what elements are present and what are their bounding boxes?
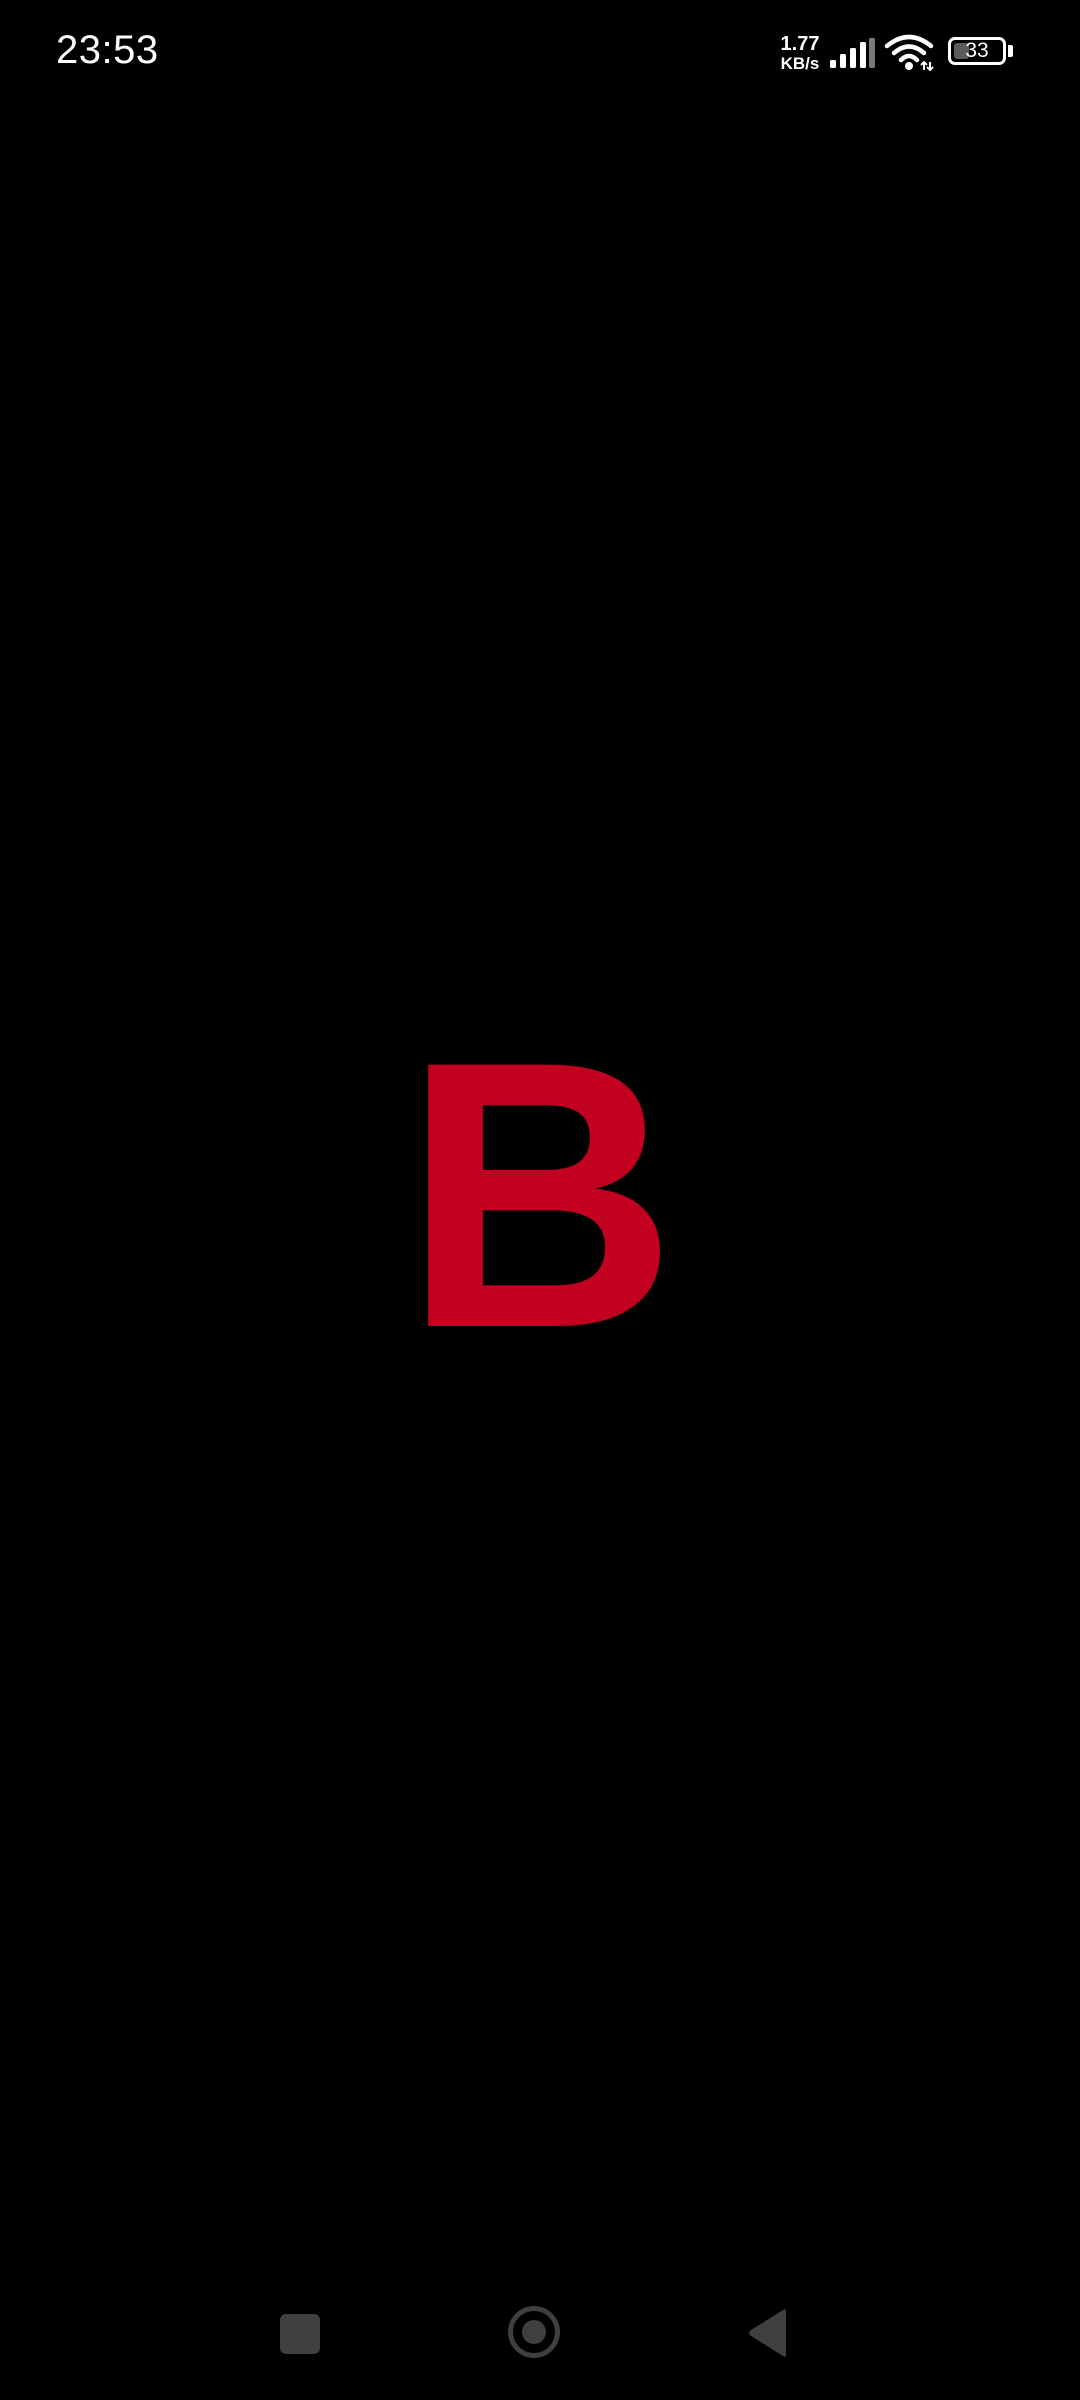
status-time: 23:53: [56, 28, 159, 72]
status-bar: 23:53 1.77 KB/s 33: [0, 0, 1080, 110]
navigation-bar: [0, 2290, 1080, 2380]
network-speed: 1.77 KB/s: [775, 34, 825, 72]
home-icon-dot: [522, 2320, 546, 2344]
battery-cap: [1008, 45, 1013, 57]
battery-icon: 33: [948, 37, 1014, 69]
network-speed-unit: KB/s: [780, 54, 820, 73]
home-icon[interactable]: [508, 2306, 560, 2358]
recents-icon[interactable]: [280, 2314, 320, 2354]
battery-level: 33: [965, 39, 989, 62]
wifi-icon: [884, 34, 934, 72]
network-speed-value: 1.77: [780, 33, 820, 55]
back-icon[interactable]: [746, 2308, 790, 2358]
splash-logo: B: [402, 982, 678, 1407]
signal-icon: [830, 38, 875, 68]
